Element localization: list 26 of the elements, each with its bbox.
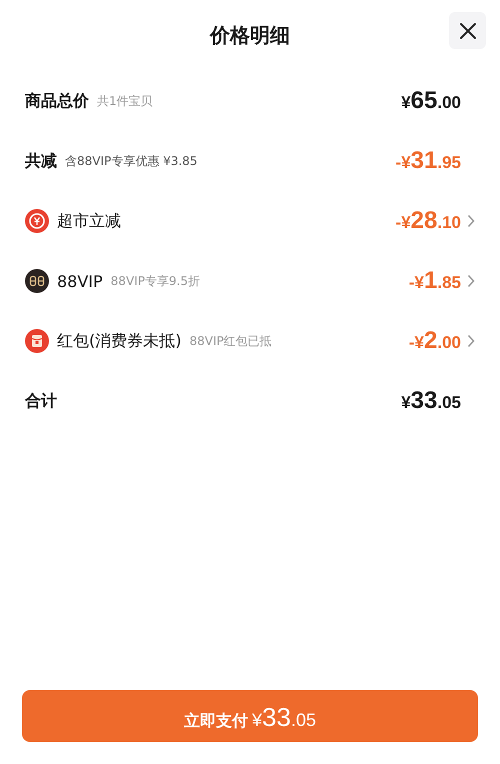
row-label: 共减 xyxy=(25,150,57,172)
row-label: 超市立减 xyxy=(57,210,121,232)
row-label: 商品总价 xyxy=(25,90,89,112)
close-icon xyxy=(458,20,478,40)
amount: -¥2.00 xyxy=(408,327,461,355)
row-note: 88VIP专享9.5折 xyxy=(110,272,200,290)
amount: ¥33.05 xyxy=(401,387,461,415)
chevron-right-icon[interactable] xyxy=(467,214,475,228)
yuan-coupon-icon xyxy=(25,209,49,233)
close-button[interactable] xyxy=(449,12,486,49)
row-note: 88VIP红包已抵 xyxy=(189,332,272,350)
pay-button[interactable]: 立即支付 ¥33.05 xyxy=(22,690,478,742)
chevron-right-icon[interactable] xyxy=(467,274,475,288)
row-note: 共1件宝贝 xyxy=(97,92,153,110)
row-label: 红包(消费券未抵) xyxy=(57,330,182,352)
amount: -¥1.85 xyxy=(408,267,461,295)
amount: -¥28.10 xyxy=(396,207,461,235)
amount: ¥65.00 xyxy=(401,87,461,115)
vip-badge-icon xyxy=(25,269,49,293)
amount: -¥31.95 xyxy=(396,147,461,175)
row-label: 合计 xyxy=(25,390,57,412)
envelope-icon xyxy=(25,329,49,353)
row-note: 含88VIP专享优惠 ¥3.85 xyxy=(65,152,198,170)
row-label: 88VIP xyxy=(57,272,103,290)
sheet-title: 价格明细 xyxy=(210,22,290,48)
chevron-right-icon[interactable] xyxy=(467,334,475,348)
